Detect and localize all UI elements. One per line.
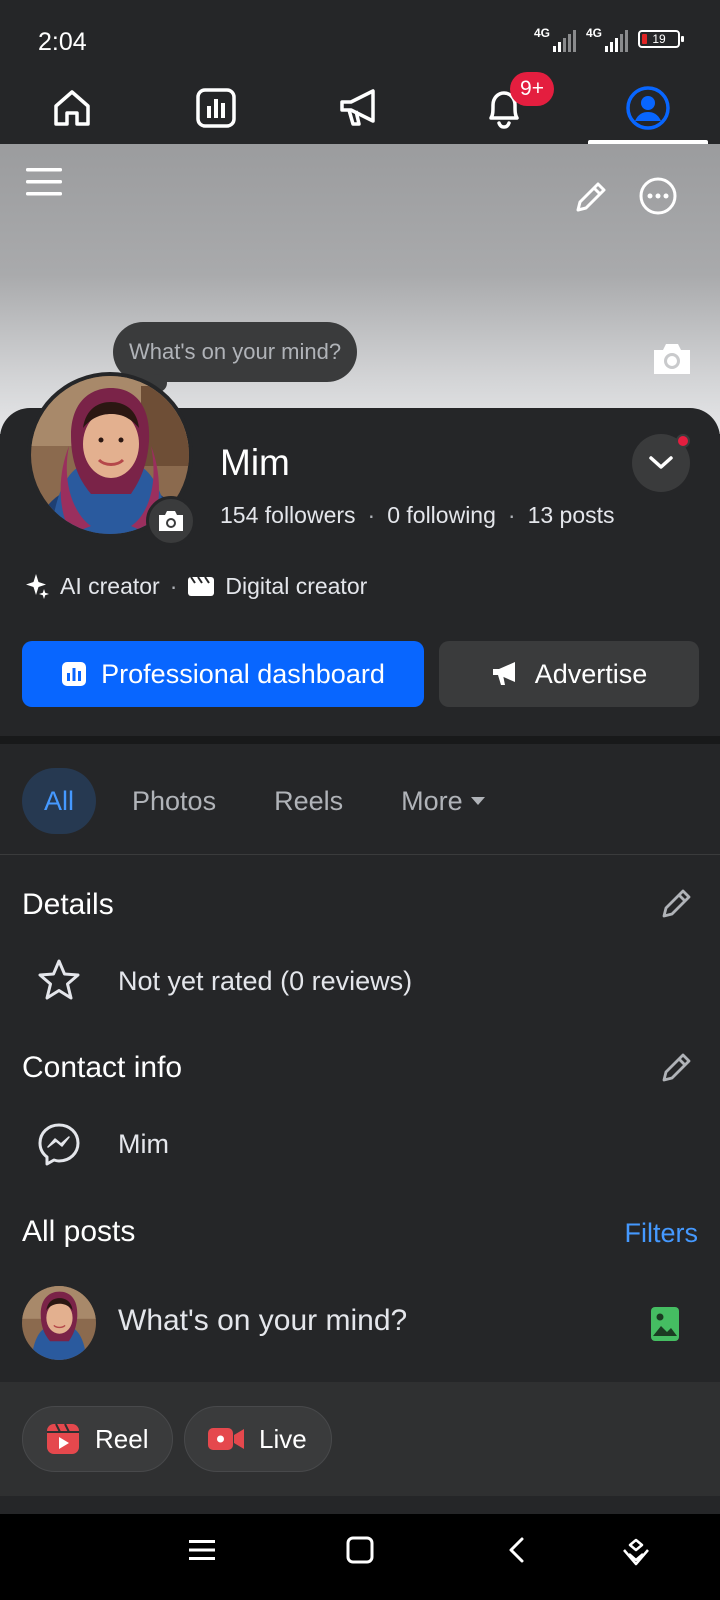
edit-details-button[interactable] <box>660 886 694 920</box>
reel-button[interactable]: Reel <box>22 1406 174 1472</box>
add-photo-button[interactable] <box>650 1306 680 1347</box>
all-posts-title: All posts <box>22 1215 136 1248</box>
tab-photos[interactable]: Photos <box>110 768 238 834</box>
pencil-icon <box>662 889 691 918</box>
advertise-button[interactable]: Advertise <box>439 641 699 707</box>
caret-down-icon <box>470 797 485 805</box>
assistant-button[interactable] <box>620 1536 652 1573</box>
megaphone-icon <box>340 89 375 126</box>
live-label: Live <box>259 1423 307 1454</box>
live-button[interactable]: Live <box>184 1406 332 1472</box>
menu-lines-icon <box>189 1540 215 1560</box>
chevron-down-icon <box>649 456 673 469</box>
tab-ads[interactable] <box>288 72 432 144</box>
dashboard-icon <box>62 662 87 686</box>
contact-info-title: Contact info <box>22 1051 183 1084</box>
tab-all[interactable]: All <box>22 768 97 834</box>
battery-icon: 19 <box>638 30 684 48</box>
more-dots-icon <box>639 177 677 215</box>
composer-input[interactable]: What's on your mind? <box>118 1304 407 1338</box>
category-digital-creator: Digital creator <box>225 572 368 599</box>
posts-count[interactable]: 13 posts <box>528 502 615 529</box>
signal-icon: 4G <box>534 26 576 52</box>
square-icon <box>346 1536 374 1564</box>
home-button[interactable] <box>346 1536 374 1569</box>
camera-icon <box>159 511 183 531</box>
tab-dashboard[interactable] <box>144 72 288 144</box>
separator-dot: · <box>507 502 516 528</box>
more-options-button[interactable] <box>638 176 678 216</box>
status-icons: 4G 4G 19 <box>534 26 684 52</box>
tab-profile[interactable] <box>576 72 720 144</box>
system-navigation-bar <box>0 1514 720 1600</box>
photo-icon <box>651 1307 679 1341</box>
section-divider <box>0 736 720 744</box>
alert-dot <box>676 434 690 448</box>
followers-count[interactable]: 154 followers <box>220 502 356 529</box>
status-bar: 2:04 4G 4G 19 <box>0 0 720 72</box>
profile-stats: 154 followers · 0 following · 13 posts <box>220 502 615 529</box>
hamburger-icon <box>26 168 62 196</box>
status-bubble[interactable]: What's on your mind? <box>113 322 358 392</box>
reel-icon <box>47 1423 79 1454</box>
live-video-icon <box>208 1428 244 1450</box>
tabs-divider <box>0 854 720 855</box>
sparkle-icon <box>26 574 49 599</box>
megaphone-icon <box>492 662 515 685</box>
professional-dashboard-button[interactable]: Professional dashboard <box>22 641 424 707</box>
filters-link[interactable]: Filters <box>625 1218 699 1249</box>
details-title: Details <box>22 888 114 921</box>
advertise-label: Advertise <box>534 658 648 689</box>
back-arrow-icon <box>509 1537 524 1563</box>
notification-badge: 9+ <box>510 72 554 106</box>
tab-notifications[interactable]: 9+ <box>432 72 576 144</box>
home-icon <box>54 90 90 126</box>
avatar-camera-button[interactable] <box>146 496 196 546</box>
network-type-label: 4G <box>534 26 551 40</box>
signal-icon-2: 4G <box>586 26 628 52</box>
tab-reels[interactable]: Reels <box>252 768 365 834</box>
profile-icon <box>626 86 670 130</box>
clapperboard-icon <box>188 576 215 596</box>
separator-dot: · <box>367 502 376 528</box>
battery-level: 19 <box>652 32 666 46</box>
back-button[interactable] <box>504 1536 532 1569</box>
assistant-icon <box>623 1538 649 1566</box>
cover-camera-button[interactable] <box>650 340 694 378</box>
star-icon <box>38 959 80 1000</box>
status-time: 2:04 <box>38 28 87 56</box>
separator-dot: · <box>169 572 178 599</box>
messenger-icon <box>38 1123 80 1166</box>
profile-tabs: All Photos Reels More <box>22 768 509 834</box>
reel-label: Reel <box>95 1423 149 1454</box>
top-navigation: 9+ <box>0 72 720 144</box>
following-count[interactable]: 0 following <box>387 502 496 529</box>
pencil-icon <box>662 1053 691 1082</box>
camera-icon <box>654 344 690 374</box>
menu-button[interactable] <box>24 162 64 202</box>
rating-text: Not yet rated (0 reviews) <box>118 966 413 996</box>
tab-more-label: More <box>401 785 463 816</box>
professional-dashboard-label: Professional dashboard <box>101 658 385 689</box>
category-ai-creator: AI creator <box>60 572 160 599</box>
recent-apps-button[interactable] <box>188 1536 216 1569</box>
pencil-icon <box>576 182 606 212</box>
dashboard-icon <box>196 88 236 128</box>
tab-home[interactable] <box>0 72 144 144</box>
tab-more[interactable]: More <box>379 768 509 834</box>
messenger-contact[interactable]: Mim <box>118 1129 169 1160</box>
profile-name: Mim <box>220 442 290 483</box>
edit-profile-button[interactable] <box>572 178 610 216</box>
profile-categories: AI creator · Digital creator <box>22 572 367 600</box>
composer-avatar[interactable] <box>22 1286 96 1360</box>
edit-contact-button[interactable] <box>660 1050 694 1084</box>
network-type-label-2: 4G <box>586 26 603 40</box>
